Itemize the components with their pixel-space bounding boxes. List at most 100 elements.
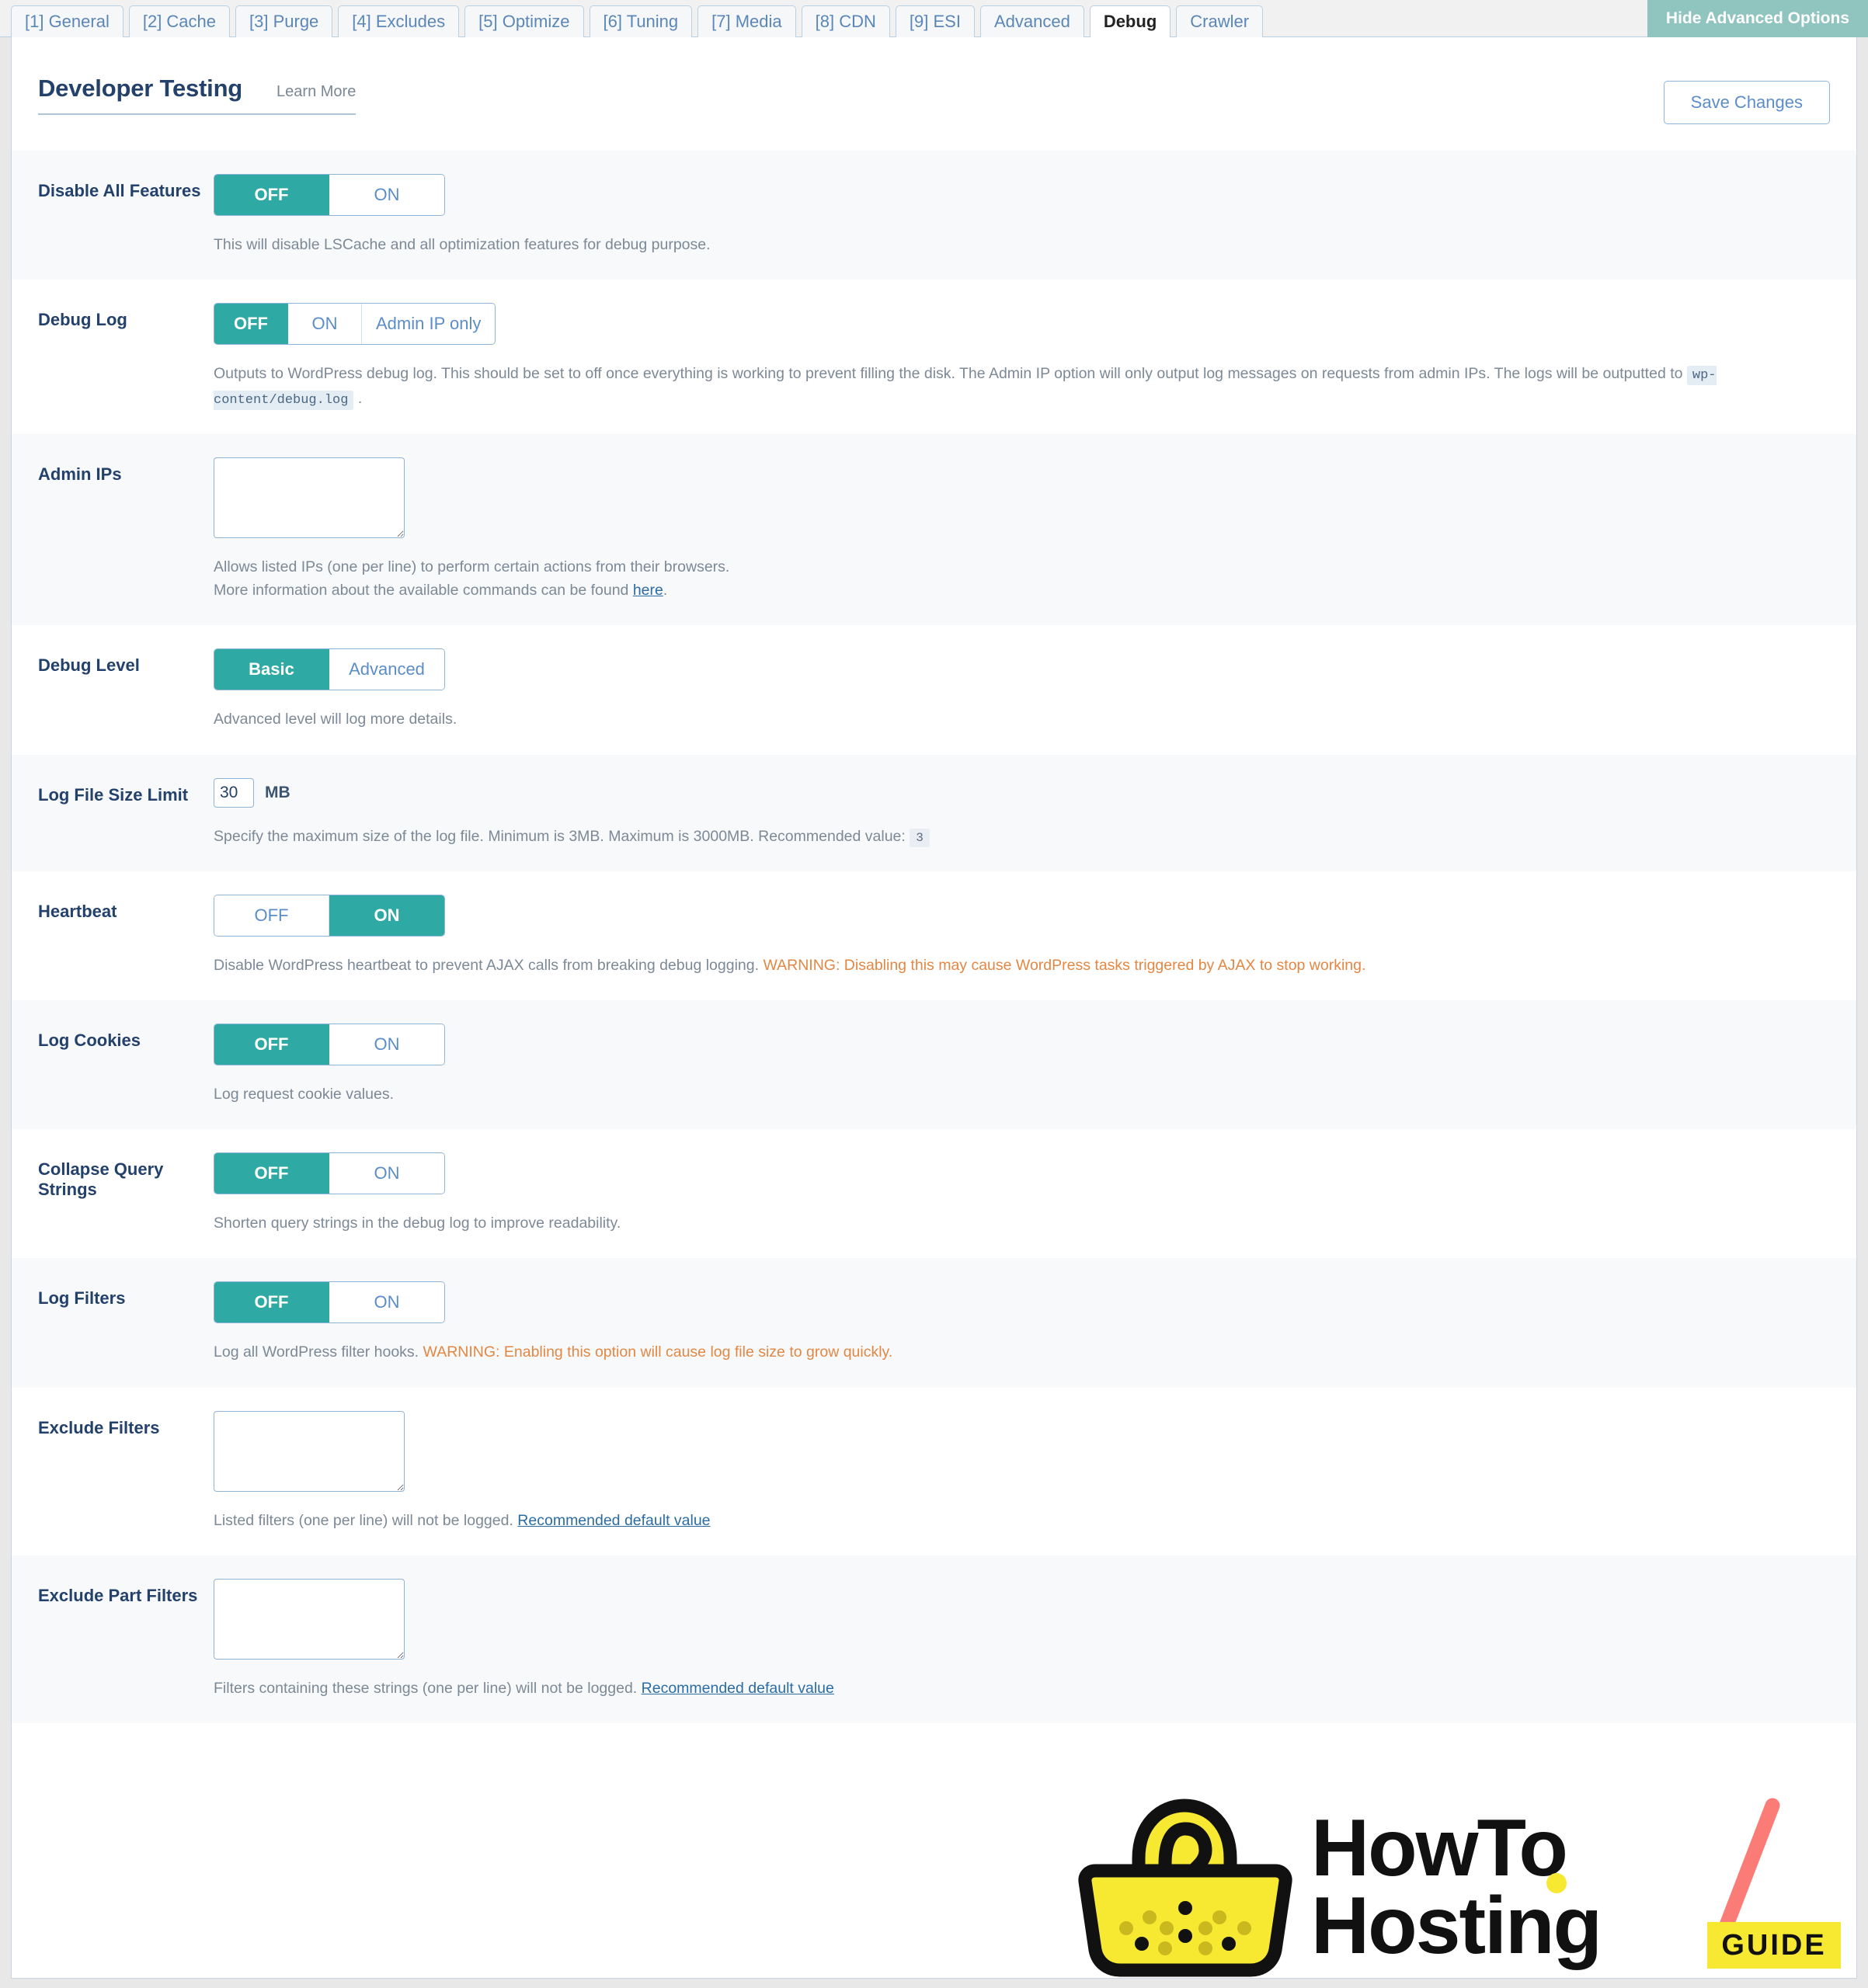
number-input-group: MB <box>214 777 1830 808</box>
setting-description: Log all WordPress filter hooks. WARNING:… <box>214 1343 893 1361</box>
logo-badge-text: GUIDE <box>1721 1929 1826 1962</box>
toggle-option-off[interactable]: OFF <box>214 304 288 345</box>
tab-4-excludes[interactable]: [4] Excludes <box>338 5 460 37</box>
recommended-default-value-link[interactable]: Recommended default value <box>642 1680 834 1697</box>
toggle-option-off[interactable]: OFF <box>214 175 329 215</box>
setting-description: Filters containing these strings (one pe… <box>214 1679 834 1697</box>
setting-label: Log Cookies <box>38 1030 141 1050</box>
recommended-default-value-link[interactable]: Recommended default value <box>517 1512 710 1529</box>
settings-rows: Disable All Features OFF ON This will disab… <box>12 151 1856 1724</box>
warning-text: WARNING: Disabling this may cause WordPr… <box>763 956 1366 974</box>
setting-description: Disable WordPress heartbeat to prevent A… <box>214 956 1366 974</box>
setting-row: Debug Log OFF ON Admin IP only Outputs to Wo… <box>12 280 1856 434</box>
setting-label: Log File Size Limit <box>38 784 189 805</box>
setting-row: Debug Level Basic Advanced Advanced level w… <box>12 625 1856 755</box>
setting-control: Allows listed IPs (one per line) to perf… <box>214 457 1830 602</box>
tab-debug[interactable]: Debug <box>1089 5 1171 37</box>
setting-label: Heartbeat <box>38 901 117 921</box>
toggle-option-on[interactable]: ON <box>329 1282 444 1323</box>
setting-control: Listed filters (one per line) will not b… <box>214 1410 1830 1532</box>
recommended-value-badge: 3 <box>910 828 930 847</box>
setting-control: MB Specify the maximum size of the log fi… <box>214 777 1830 848</box>
toggle-option-advanced[interactable]: Advanced <box>329 649 444 690</box>
toggle-option-basic[interactable]: Basic <box>214 649 329 690</box>
setting-control: OFF ON Disable WordPress heartbeat to prev… <box>214 894 1830 977</box>
setting-control: OFF ON Log request cookie values. <box>214 1024 1830 1106</box>
toggle-option-on[interactable]: ON <box>329 175 444 215</box>
toggle-debug-level: Basic Advanced <box>214 648 445 691</box>
setting-label: Exclude Filters <box>38 1417 160 1437</box>
setting-label: Collapse Query Strings <box>38 1159 164 1200</box>
bag-icon <box>1078 1799 1292 1977</box>
textarea-exclude-filters[interactable] <box>214 1410 405 1492</box>
setting-label: Log Filters <box>38 1288 126 1309</box>
setting-label: Exclude Part Filters <box>38 1585 198 1605</box>
setting-row: Exclude Filters Listed filters (one per l… <box>12 1387 1856 1555</box>
code-path: wp-content/debug.log <box>214 366 1717 410</box>
setting-label: Disable All Features <box>38 181 201 200</box>
setting-row: Log Cookies OFF ON Log request cookie value… <box>12 1000 1856 1130</box>
setting-description: Log request cookie values. <box>214 1086 394 1103</box>
tab-2-cache[interactable]: [2] Cache <box>128 5 231 37</box>
setting-description: Outputs to WordPress debug log. This sho… <box>214 362 1830 411</box>
setting-description: Specify the maximum size of the log file… <box>214 825 1830 848</box>
howtohosting-logo: HowTo Hosting GUIDE <box>1064 1784 1856 1978</box>
setting-row: Log File Size Limit MB Specify the maximum… <box>12 754 1856 871</box>
tab-8-cdn[interactable]: [8] CDN <box>801 5 890 37</box>
here-link[interactable]: here <box>633 582 663 599</box>
setting-row: Admin IPs Allows listed IPs (one per line… <box>12 433 1856 626</box>
guide-badge <box>1707 1922 1841 1969</box>
setting-control: Filters containing these strings (one pe… <box>214 1578 1830 1700</box>
tab-5-optimize[interactable]: [5] Optimize <box>464 5 584 37</box>
setting-control: OFF ON Shorten query strings in the debug … <box>214 1152 1830 1235</box>
tab-bar: [1] General [2] Cache [3] Purge [4] Exclude… <box>0 0 1868 37</box>
setting-description: Shorten query strings in the debug log t… <box>214 1215 621 1232</box>
page-header: Developer Testing Learn More Save Change… <box>12 37 1856 124</box>
toggle-option-on[interactable]: ON <box>329 1153 444 1194</box>
textarea-admin-ips[interactable] <box>214 457 405 538</box>
toggle-log-cookies: OFF ON <box>214 1024 445 1065</box>
tab-7-media[interactable]: [7] Media <box>697 5 796 37</box>
setting-control: OFF ON Log all WordPress filter hooks. WAR… <box>214 1281 1830 1364</box>
setting-control: OFF ON This will disable LSCache and all o… <box>214 174 1830 256</box>
toggle-option-off[interactable]: OFF <box>214 895 329 936</box>
tab-3-purge[interactable]: [3] Purge <box>235 5 333 37</box>
tab-1-general[interactable]: [1] General <box>11 5 123 37</box>
input-log-file-size-limit[interactable] <box>214 777 254 808</box>
toggle-option-off[interactable]: OFF <box>214 1282 329 1323</box>
hide-advanced-options-button[interactable]: Hide Advanced Options <box>1647 0 1868 37</box>
setting-label: Debug Log <box>38 310 127 330</box>
toggle-debug-log: OFF ON Admin IP only <box>214 303 496 346</box>
setting-description: Allows listed IPs (one per line) to perf… <box>214 558 730 600</box>
logo-line1: HowTo <box>1311 1803 1567 1893</box>
toggle-option-off[interactable]: OFF <box>214 1153 329 1194</box>
tab-list: [1] General [2] Cache [3] Purge [4] Exclude… <box>11 5 1268 37</box>
setting-row: Disable All Features OFF ON This will disab… <box>12 151 1856 280</box>
toggle-heartbeat: OFF ON <box>214 894 445 937</box>
toggle-option-on[interactable]: ON <box>288 304 362 345</box>
tab-9-esi[interactable]: [9] ESI <box>895 5 975 37</box>
page-title: Developer Testing <box>38 75 243 102</box>
setting-row: Heartbeat OFF ON Disable WordPress heartbea… <box>12 871 1856 1000</box>
settings-panel: Developer Testing Learn More Save Change… <box>11 37 1857 1979</box>
toggle-option-admin-ip-only[interactable]: Admin IP only <box>362 304 496 345</box>
tab-advanced[interactable]: Advanced <box>979 5 1084 37</box>
page-title-group: Developer Testing Learn More <box>38 75 357 115</box>
unit-label: MB <box>265 783 290 801</box>
setting-control: Basic Advanced Advanced level will log mor… <box>214 648 1830 731</box>
toggle-option-on[interactable]: ON <box>329 1024 444 1065</box>
setting-description: This will disable LSCache and all optimi… <box>214 236 711 253</box>
tab-crawler[interactable]: Crawler <box>1176 5 1264 37</box>
learn-more-link[interactable]: Learn More <box>277 83 356 101</box>
setting-row: Exclude Part Filters Filters containing t… <box>12 1555 1856 1724</box>
toggle-disable-all-features: OFF ON <box>214 174 445 216</box>
setting-label: Admin IPs <box>38 464 122 484</box>
toggle-option-on[interactable]: ON <box>329 895 444 936</box>
textarea-exclude-part-filters[interactable] <box>214 1578 405 1660</box>
setting-control: OFF ON Admin IP only Outputs to WordPress d… <box>214 303 1830 411</box>
save-changes-button[interactable]: Save Changes <box>1663 81 1830 124</box>
setting-row: Collapse Query Strings OFF ON Shorten query… <box>12 1129 1856 1259</box>
toggle-option-off[interactable]: OFF <box>214 1024 329 1065</box>
tab-6-tuning[interactable]: [6] Tuning <box>589 5 693 37</box>
logo-slash <box>1713 1798 1780 1947</box>
